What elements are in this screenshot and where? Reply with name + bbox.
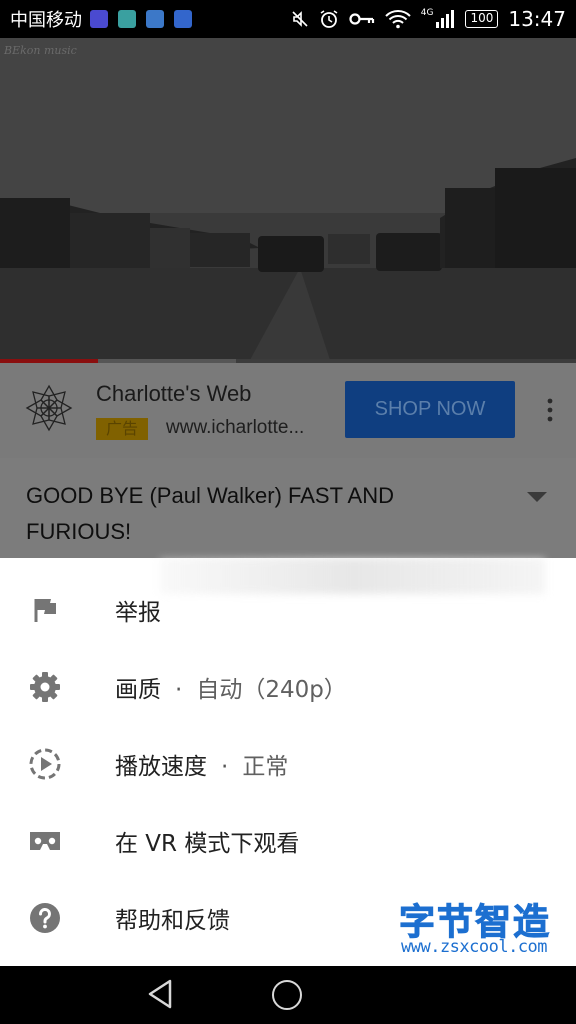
signal-icon xyxy=(436,10,455,28)
menu-item-label: 帮助和反馈 xyxy=(115,907,230,934)
menu-item-label: 播放速度 xyxy=(115,753,207,780)
separator-dot: · xyxy=(175,676,183,703)
menu-item-value: 正常 xyxy=(242,753,289,780)
gallery-icon xyxy=(146,10,164,28)
mute-icon xyxy=(292,11,308,27)
ad-url[interactable]: www.icharlotte... xyxy=(166,417,304,439)
video-title-row[interactable]: GOOD BYE (Paul Walker) FAST AND FURIOUS! xyxy=(0,458,576,558)
network-type: 4G xyxy=(420,8,434,18)
carrier-name: 中国移动 xyxy=(10,10,82,31)
home-icon[interactable] xyxy=(272,980,302,1010)
lotus-logo-icon xyxy=(25,384,73,432)
menu-item-quality[interactable]: 画质 · 自动（240p） xyxy=(0,648,576,725)
back-icon[interactable] xyxy=(146,978,174,1010)
wifi-icon xyxy=(385,10,411,29)
gear-icon xyxy=(27,669,63,705)
ad-row[interactable]: Charlotte's Web 广告 www.icharlotte... SHO… xyxy=(0,363,576,458)
menu-item-report[interactable]: 举报 xyxy=(0,571,576,648)
alarm-icon xyxy=(320,10,338,28)
flag-icon xyxy=(27,592,63,628)
video-title: GOOD BYE (Paul Walker) FAST AND FURIOUS! xyxy=(26,483,394,544)
expand-arrow-icon[interactable] xyxy=(527,492,547,502)
status-bar: 中国移动 4G 100 13:47 xyxy=(0,0,576,38)
more-vert-icon[interactable] xyxy=(540,397,560,423)
menu-item-playback-speed[interactable]: 播放速度 · 正常 xyxy=(0,725,576,802)
menu-item-label: 举报 xyxy=(115,599,161,626)
menu-item-text: 画质 · 自动（240p） xyxy=(115,670,347,704)
advertiser-name: Charlotte's Web xyxy=(96,381,252,406)
ad-badge: 广告 xyxy=(96,418,148,440)
menu-item-text: 播放速度 · 正常 xyxy=(115,747,288,781)
video-player[interactable]: BEkon music xyxy=(0,38,576,360)
navigation-bar xyxy=(0,966,576,1024)
menu-item-vr-mode[interactable]: 在 VR 模式下观看 xyxy=(0,802,576,879)
photos-icon xyxy=(90,10,108,28)
shop-now-button[interactable]: SHOP NOW xyxy=(345,381,515,438)
channel-watermark: BEkon music xyxy=(4,44,77,57)
watermark-url: www.zsxcool.com xyxy=(401,937,548,957)
contacts-icon xyxy=(118,10,136,28)
advertiser-logo xyxy=(22,381,76,435)
playback-speed-icon xyxy=(27,746,63,782)
menu-item-label: 画质 xyxy=(115,676,161,703)
battery-indicator: 100 xyxy=(465,10,499,28)
menu-item-value: 自动（240p） xyxy=(196,676,347,703)
site-watermark: 字节智造 www.zsxcool.com xyxy=(395,893,571,963)
vpn-key-icon xyxy=(349,13,374,25)
help-icon xyxy=(27,900,63,936)
menu-item-label: 在 VR 模式下观看 xyxy=(115,830,300,857)
b-app-icon xyxy=(174,10,192,28)
separator-dot: · xyxy=(221,753,229,780)
video-frame-image xyxy=(0,38,576,360)
clock: 13:47 xyxy=(508,7,566,31)
vr-headset-icon xyxy=(27,823,63,859)
